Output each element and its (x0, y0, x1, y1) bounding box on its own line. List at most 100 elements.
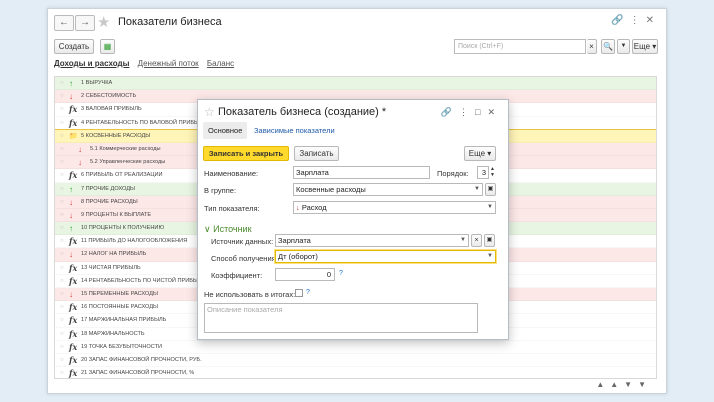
formula-icon: fx (69, 170, 78, 181)
row-label: 17 МАРЖИНАЛЬНАЯ ПРИБЫЛЬ (81, 317, 167, 324)
dropdown-icon[interactable]: ▼ (487, 251, 493, 262)
folder-icon: 📁 (69, 132, 78, 140)
dropdown-icon[interactable]: ▼ (460, 235, 466, 246)
table-row[interactable]: ○ fx 19 ТОЧКА БЕЗУБЫТОЧНОСТИ (55, 341, 656, 354)
row-label: 19 ТОЧКА БЕЗУБЫТОЧНОСТИ (81, 343, 163, 350)
formula-icon: fx (69, 104, 78, 115)
forward-button[interactable]: → (75, 15, 95, 31)
clear-icon[interactable]: × (471, 234, 482, 247)
row-marker-icon: ○ (60, 291, 64, 297)
table-row[interactable]: ○ ↑ 1 ВЫРУЧКА (55, 77, 656, 91)
coefficient-field[interactable]: 0 (275, 268, 335, 281)
dialog-controls[interactable]: 🔗⋮□✕ (441, 107, 502, 118)
search-icon[interactable]: 🔍 (601, 39, 615, 54)
type-label: Тип показателя: (204, 204, 260, 213)
create-indicator-dialog: ☆ Показатель бизнеса (создание) * 🔗⋮□✕ О… (197, 99, 509, 340)
row-label: 12 НАЛОГ НА ПРИБЫЛЬ (81, 251, 147, 258)
row-marker-icon: ○ (60, 330, 64, 337)
row-label: 9 ПРОЦЕНТЫ К ВЫПЛАТЕ (81, 211, 152, 218)
title-bar: ← → ★ Показатели бизнеса 🔗⋮✕ (48, 9, 666, 35)
row-marker-icon: ○ (60, 317, 64, 324)
tab-cash-flow[interactable]: Денежный поток (138, 59, 199, 68)
row-label: 3 ВАЛОВАЯ ПРИБЫЛЬ (81, 106, 142, 113)
row-marker-icon: ○ (60, 106, 64, 113)
method-field[interactable]: Дт (оборот) ▼ (274, 249, 497, 264)
method-label: Способ получения: (211, 254, 278, 263)
row-marker-icon: ○ (60, 343, 64, 350)
window-controls[interactable]: 🔗⋮✕ (611, 15, 660, 26)
row-label: 6 ПРИБЫЛЬ ОТ РЕАЛИЗАЦИИ (81, 172, 163, 179)
dropdown-icon[interactable]: ▼ (487, 202, 493, 213)
window-title: Показатели бизнеса (118, 16, 222, 28)
coefficient-label: Коэффициент: (211, 271, 263, 280)
save-and-close-button[interactable]: Записать и закрыть (203, 146, 289, 161)
row-label: 14 РЕНТАБЕЛЬНОСТЬ ПО ЧИСТОЙ ПРИБЫЛИ (81, 277, 206, 284)
tab-main[interactable]: Основное (203, 122, 248, 139)
row-label: 1 ВЫРУЧКА (81, 80, 113, 86)
open-icon[interactable]: ▣ (485, 183, 496, 196)
help-icon[interactable]: ? (339, 270, 343, 277)
row-marker-icon: ○ (60, 119, 64, 126)
section-tabs: Доходы и расходы Денежный поток Баланс (54, 59, 240, 68)
order-stepper[interactable]: ▲ ▼ (490, 166, 495, 178)
source-field[interactable]: Зарплата ▼ (275, 234, 469, 247)
table-row[interactable]: ○ fx 20 ЗАПАС ФИНАНСОВОЙ ПРОЧНОСТИ, РУБ. (55, 354, 656, 367)
create-button[interactable]: Создать (54, 39, 94, 54)
row-label: 20 ЗАПАС ФИНАНСОВОЙ ПРОЧНОСТИ, РУБ. (81, 356, 202, 363)
group-field[interactable]: Косвенные расходы ▼ (293, 183, 483, 196)
row-marker-icon: ○ (60, 211, 64, 218)
formula-icon: fx (69, 275, 78, 286)
order-field[interactable]: 3 (477, 166, 489, 179)
description-field[interactable]: Описание показателя (204, 303, 478, 333)
dialog-title: Показатель бизнеса (создание) * (218, 106, 387, 118)
favorite-star-icon[interactable]: ☆ (204, 105, 215, 119)
name-field[interactable]: Зарплата (293, 166, 430, 179)
down-arrow-icon: ↓ (69, 210, 73, 220)
help-icon[interactable]: ? (306, 289, 310, 296)
type-field[interactable]: ↓ Расход ▼ (293, 201, 496, 214)
more-button[interactable]: Еще ▾ (632, 39, 658, 54)
up-arrow-icon: ↑ (69, 79, 73, 88)
row-marker-icon: ○ (60, 159, 64, 166)
search-input[interactable]: Поиск (Ctrl+F) (454, 39, 586, 54)
open-icon[interactable]: ▣ (484, 234, 495, 247)
toolbar: Создать ▦ Поиск (Ctrl+F) × 🔍 ▼ Еще ▾ (48, 35, 666, 57)
row-label: 5.2 Управленческие расходы (90, 159, 166, 166)
save-button[interactable]: Записать (294, 146, 339, 161)
row-marker-icon: ○ (60, 172, 64, 179)
exclude-checkbox[interactable] (295, 289, 303, 297)
tab-dependent[interactable]: Зависимые показатели (249, 122, 340, 139)
row-label: 5 КОСВЕННЫЕ РАСХОДЫ (81, 132, 151, 139)
row-label: 21 ЗАПАС ФИНАНСОВОЙ ПРОЧНОСТИ, % (81, 370, 195, 377)
formula-icon: fx (69, 341, 78, 352)
favorite-star-icon[interactable]: ★ (97, 13, 110, 31)
back-button[interactable]: ← (54, 15, 74, 31)
list-navigation[interactable]: ▲▲▼▼ (596, 380, 652, 389)
row-marker-icon: ○ (60, 238, 64, 245)
formula-icon: fx (69, 262, 78, 273)
down-arrow-icon: ↓ (69, 290, 73, 299)
row-marker-icon: ○ (60, 356, 64, 363)
up-arrow-icon: ↑ (69, 224, 73, 234)
row-marker-icon: ○ (60, 185, 64, 192)
row-marker-icon: ○ (60, 132, 64, 139)
table-row[interactable]: ○ fx 21 ЗАПАС ФИНАНСОВОЙ ПРОЧНОСТИ, % (55, 367, 656, 378)
row-label: 15 ПЕРЕМЕННЫЕ РАСХОДЫ (81, 291, 158, 297)
source-section-header[interactable]: ∨ Источник (204, 224, 252, 235)
formula-icon: fx (69, 328, 78, 339)
row-marker-icon: ○ (60, 264, 64, 271)
add-item-icon[interactable]: ▦ (100, 39, 115, 54)
more-button[interactable]: Еще ▾ (464, 146, 496, 161)
formula-icon: fx (69, 302, 78, 313)
row-label: 16 ПОСТОЯННЫЕ РАСХОДЫ (81, 304, 158, 311)
search-options-icon[interactable]: ▼ (617, 39, 630, 54)
tab-income-expenses[interactable]: Доходы и расходы (54, 59, 129, 68)
formula-icon: fx (69, 354, 78, 365)
exclude-label: Не использовать в итогах: (204, 290, 296, 299)
tab-balance[interactable]: Баланс (207, 59, 234, 68)
row-label: 2 СЕБЕСТОИМОСТЬ (81, 93, 137, 100)
search-clear-icon[interactable]: × (587, 39, 597, 54)
down-arrow-icon: ↓ (69, 92, 73, 102)
expense-arrow-icon: ↓ (296, 203, 300, 212)
dropdown-icon[interactable]: ▼ (474, 184, 480, 195)
